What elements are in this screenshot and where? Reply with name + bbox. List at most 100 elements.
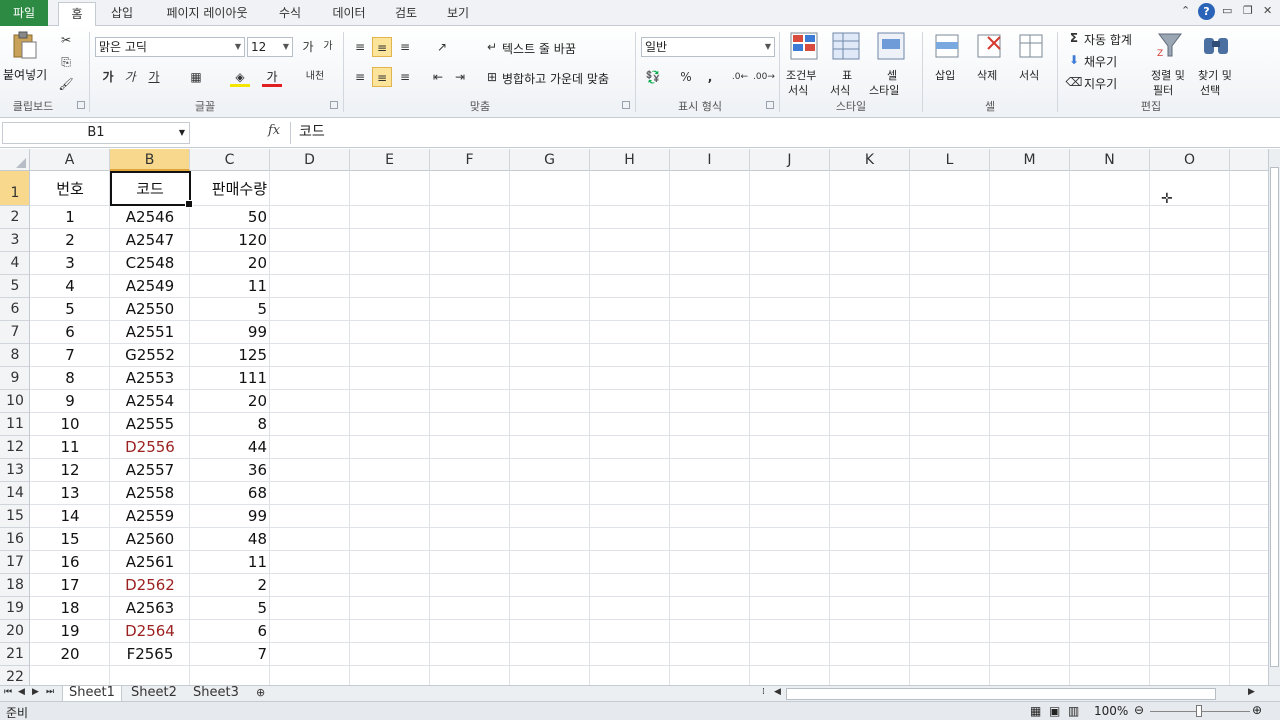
align-top-icon[interactable]: ≡: [350, 37, 370, 57]
delete-cells-button[interactable]: 삭제: [977, 67, 997, 83]
increase-indent-icon[interactable]: ⇥: [450, 67, 470, 87]
tab-split-handle[interactable]: ⁞: [762, 687, 765, 697]
format-as-table-label-1[interactable]: 표: [842, 67, 852, 83]
underline-icon[interactable]: 가: [144, 67, 164, 87]
merge-center-icon[interactable]: ⊞: [482, 67, 502, 87]
active-cell-border[interactable]: [110, 171, 193, 208]
tab-file[interactable]: 파일: [0, 0, 48, 26]
row-header[interactable]: 6: [0, 298, 29, 321]
row-header[interactable]: 17: [0, 551, 29, 574]
cell[interactable]: 5: [190, 298, 270, 320]
cell[interactable]: D2564: [110, 620, 190, 642]
fill-color-icon[interactable]: ◈: [230, 67, 250, 87]
row-header[interactable]: 10: [0, 390, 29, 413]
row-header[interactable]: 19: [0, 597, 29, 620]
number-format-select[interactable]: 일반 ▼: [641, 37, 775, 57]
page-break-view-icon[interactable]: ▥: [1068, 704, 1079, 718]
zoom-level[interactable]: 100%: [1094, 704, 1128, 718]
cell[interactable]: 68: [190, 482, 270, 504]
zoom-in-icon[interactable]: ⊕: [1252, 703, 1262, 717]
last-sheet-icon[interactable]: ⏭: [46, 687, 54, 697]
tab-data[interactable]: 데이터: [324, 2, 374, 26]
orientation-icon[interactable]: ↗: [432, 37, 452, 57]
align-bottom-icon[interactable]: ≡: [395, 37, 415, 57]
cell[interactable]: A2550: [110, 298, 190, 320]
sheet-tab-1[interactable]: Sheet1: [62, 686, 122, 702]
column-header[interactable]: O: [1150, 149, 1230, 171]
cell[interactable]: D2562: [110, 574, 190, 596]
cell[interactable]: A2547: [110, 229, 190, 251]
cell[interactable]: 8: [30, 367, 110, 389]
cell[interactable]: 20: [190, 252, 270, 274]
column-header[interactable]: H: [590, 149, 670, 171]
cell[interactable]: 16: [30, 551, 110, 573]
formula-input[interactable]: 코드: [290, 122, 1268, 144]
column-header[interactable]: A: [30, 149, 110, 171]
cell[interactable]: 99: [190, 321, 270, 343]
cell[interactable]: 4: [30, 275, 110, 297]
wrap-text-icon[interactable]: ↵: [482, 37, 502, 57]
cell[interactable]: A2554: [110, 390, 190, 412]
delete-cells-icon[interactable]: [974, 31, 1004, 61]
cell[interactable]: 20: [190, 390, 270, 412]
cell[interactable]: A2558: [110, 482, 190, 504]
cell[interactable]: 7: [190, 643, 270, 665]
border-icon[interactable]: ▦: [186, 67, 206, 87]
cell[interactable]: A2555: [110, 413, 190, 435]
tab-formulas[interactable]: 수식: [270, 2, 310, 26]
sort-filter-icon[interactable]: Z: [1155, 30, 1185, 60]
zoom-slider-handle[interactable]: [1196, 705, 1202, 717]
column-header[interactable]: N: [1070, 149, 1150, 171]
cell[interactable]: 11: [190, 275, 270, 297]
wrap-text-button[interactable]: 텍스트 줄 바꿈: [502, 40, 576, 57]
cell[interactable]: 15: [30, 528, 110, 550]
cell[interactable]: A2551: [110, 321, 190, 343]
row-header[interactable]: 3: [0, 229, 29, 252]
cell[interactable]: 50: [190, 206, 270, 228]
close-icon[interactable]: ✕: [1263, 4, 1272, 17]
decrease-indent-icon[interactable]: ⇤: [428, 67, 448, 87]
select-all-button[interactable]: [0, 149, 30, 171]
align-center-icon[interactable]: ≡: [372, 67, 392, 87]
normal-view-icon[interactable]: ▦: [1030, 704, 1041, 718]
merge-center-button[interactable]: 병합하고 가운데 맞춤: [502, 70, 609, 87]
fill-button[interactable]: 채우기: [1084, 53, 1117, 70]
align-right-icon[interactable]: ≡: [395, 67, 415, 87]
format-painter-icon[interactable]: 🖌: [56, 74, 76, 94]
cell[interactable]: 48: [190, 528, 270, 550]
column-header[interactable]: I: [670, 149, 750, 171]
sort-filter-label-2[interactable]: 필터: [1153, 82, 1173, 98]
grow-font-icon[interactable]: 가: [298, 37, 318, 57]
restore-icon[interactable]: ❐: [1243, 4, 1253, 17]
bold-icon[interactable]: 가: [98, 67, 118, 87]
align-middle-icon[interactable]: ≡: [372, 37, 392, 57]
tab-review[interactable]: 검토: [388, 2, 424, 26]
cell[interactable]: C2548: [110, 252, 190, 274]
column-header[interactable]: J: [750, 149, 830, 171]
cell[interactable]: 2: [190, 574, 270, 596]
align-left-icon[interactable]: ≡: [350, 67, 370, 87]
cell[interactable]: 44: [190, 436, 270, 458]
insert-function-icon[interactable]: fx: [268, 123, 280, 138]
phonetic-icon[interactable]: 내천: [305, 67, 325, 87]
cell[interactable]: 17: [30, 574, 110, 596]
cell[interactable]: A2553: [110, 367, 190, 389]
row-header[interactable]: 15: [0, 505, 29, 528]
format-cells-icon[interactable]: [1016, 31, 1046, 61]
row-header[interactable]: 5: [0, 275, 29, 298]
row-header[interactable]: 18: [0, 574, 29, 597]
decrease-decimal-icon[interactable]: .00→: [753, 67, 775, 87]
percent-icon[interactable]: %: [676, 67, 696, 87]
alignment-launcher-icon[interactable]: [622, 101, 630, 109]
cell-styles-icon[interactable]: [876, 31, 906, 61]
cell[interactable]: 판매수량: [190, 171, 270, 205]
format-as-table-label-2[interactable]: 서식: [830, 82, 850, 98]
cell[interactable]: 13: [30, 482, 110, 504]
cell[interactable]: 20: [30, 643, 110, 665]
cell[interactable]: 1: [30, 206, 110, 228]
column-header[interactable]: K: [830, 149, 910, 171]
cell[interactable]: 10: [30, 413, 110, 435]
paste-icon[interactable]: [10, 30, 40, 60]
cell[interactable]: 9: [30, 390, 110, 412]
next-sheet-icon[interactable]: ▶: [32, 687, 39, 697]
